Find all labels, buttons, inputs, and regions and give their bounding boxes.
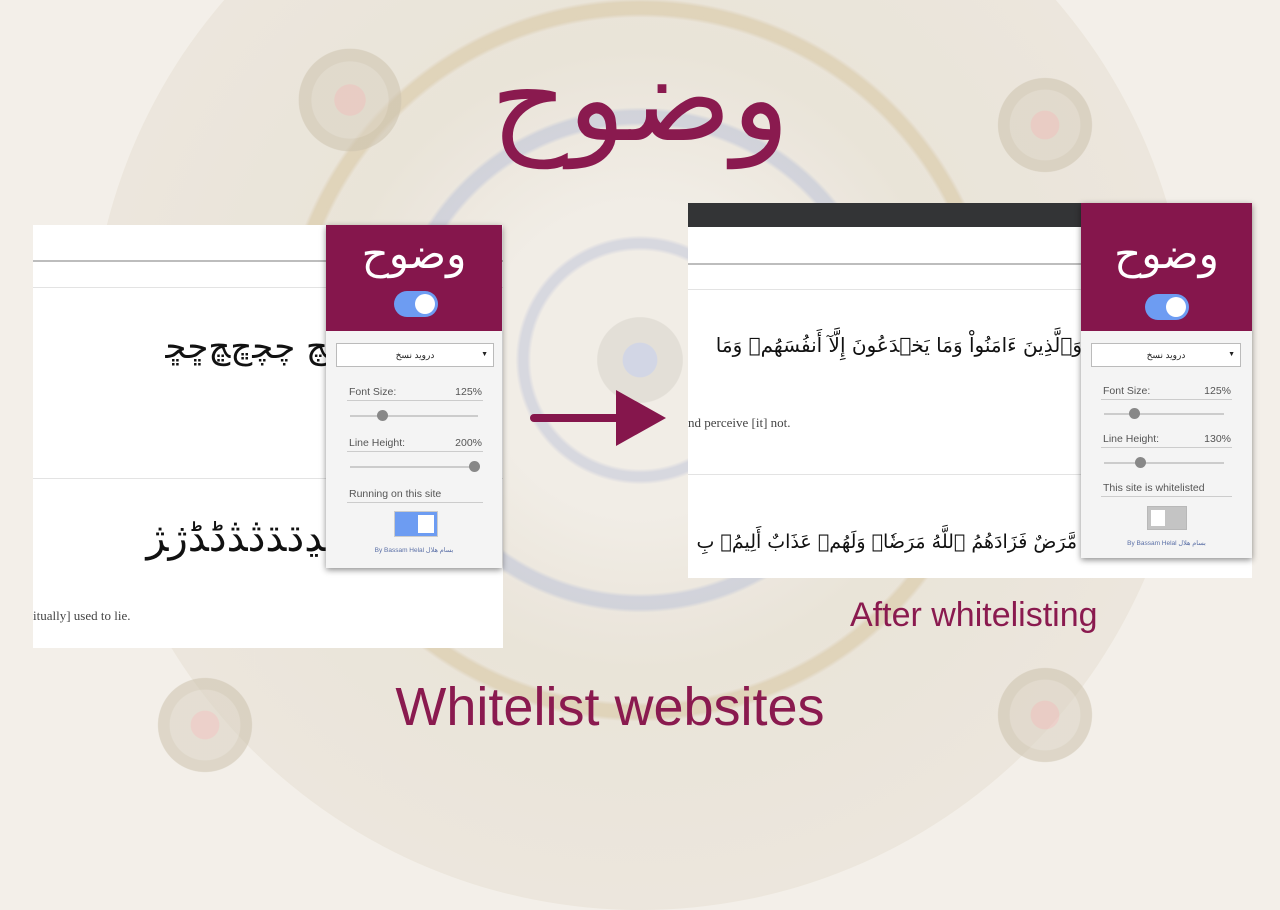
line-height-slider[interactable] bbox=[350, 466, 474, 468]
popup-header: وضوح bbox=[1081, 203, 1252, 331]
extension-enable-toggle[interactable] bbox=[1145, 294, 1189, 320]
extension-enable-toggle[interactable] bbox=[394, 291, 438, 317]
author-credit[interactable]: By Bassam Helal بسام هلال bbox=[1081, 539, 1252, 547]
extension-popup-before: وضوح دروید نسخ ▼ Font Size: 125% Line He… bbox=[326, 225, 502, 568]
font-select[interactable]: دروید نسخ ▼ bbox=[1091, 343, 1241, 367]
whitelist-switch[interactable] bbox=[394, 511, 438, 537]
font-size-slider-thumb[interactable] bbox=[376, 410, 388, 421]
divider bbox=[1101, 496, 1232, 497]
line-height-slider-thumb[interactable] bbox=[1134, 457, 1146, 468]
line-height-value: 130% bbox=[1204, 433, 1231, 445]
popup-title: وضوح bbox=[361, 229, 467, 278]
font-select-value: دروید نسخ bbox=[1146, 350, 1186, 360]
translation-text: itually] used to lie. bbox=[33, 608, 131, 623]
line-height-value: 200% bbox=[455, 437, 482, 449]
site-status-text: Running on this site bbox=[349, 488, 442, 500]
font-size-slider[interactable] bbox=[1104, 413, 1224, 415]
font-select-value: دروید نسخ bbox=[395, 350, 435, 360]
author-credit[interactable]: By Bassam Helal بسام هلال bbox=[326, 546, 502, 554]
divider bbox=[347, 400, 483, 401]
brand-title: وضوح bbox=[490, 30, 790, 169]
extension-popup-after: وضوح دروید نسخ ▼ Font Size: 125% Line He… bbox=[1081, 203, 1252, 558]
main-caption: Whitelist websites bbox=[395, 677, 825, 737]
whitelist-switch[interactable] bbox=[1147, 506, 1187, 530]
font-select[interactable]: دروید نسخ ▼ bbox=[336, 343, 494, 367]
divider bbox=[347, 502, 483, 503]
popup-title: وضوح bbox=[1114, 229, 1219, 278]
site-status-text: This site is whitelisted bbox=[1103, 482, 1205, 494]
arabic-text-line: وَٱلَّذِينَ ءَامَنُواْ وَمَا يَخۡدَعُونَ… bbox=[715, 333, 1082, 357]
chevron-down-icon: ▼ bbox=[1228, 351, 1235, 358]
font-size-slider-thumb[interactable] bbox=[1128, 408, 1140, 419]
font-size-slider[interactable] bbox=[350, 415, 478, 417]
arabic-text-line: مَّرَضٌ فَزَادَهُمُ ٱللَّهُ مَرَضٗاۖ وَل… bbox=[696, 531, 1077, 553]
font-size-value: 125% bbox=[455, 386, 482, 398]
after-caption: After whitelisting bbox=[850, 596, 1098, 634]
translation-text: nd perceive [it] not. bbox=[688, 415, 791, 430]
divider bbox=[1101, 447, 1232, 448]
font-size-label: Font Size: bbox=[1103, 385, 1151, 397]
popup-header: وضوح bbox=[326, 225, 502, 331]
line-height-label: Line Height: bbox=[349, 437, 406, 449]
line-height-slider-thumb[interactable] bbox=[468, 461, 480, 472]
arrow-right-icon bbox=[530, 390, 666, 446]
chevron-down-icon: ▼ bbox=[481, 351, 488, 358]
line-height-label: Line Height: bbox=[1103, 433, 1160, 445]
line-height-slider[interactable] bbox=[1104, 462, 1224, 464]
font-size-value: 125% bbox=[1204, 385, 1231, 397]
arabic-text-line: ﮂﮃﮄﮅﮆﮇﮈﮉﮊﮋ bbox=[146, 515, 343, 561]
divider bbox=[1101, 399, 1232, 400]
font-size-label: Font Size: bbox=[349, 386, 397, 398]
arabic-text-line: ﭻ ﭼﭽﭾﭿﮀﮁ bbox=[165, 327, 328, 367]
divider bbox=[347, 451, 483, 452]
